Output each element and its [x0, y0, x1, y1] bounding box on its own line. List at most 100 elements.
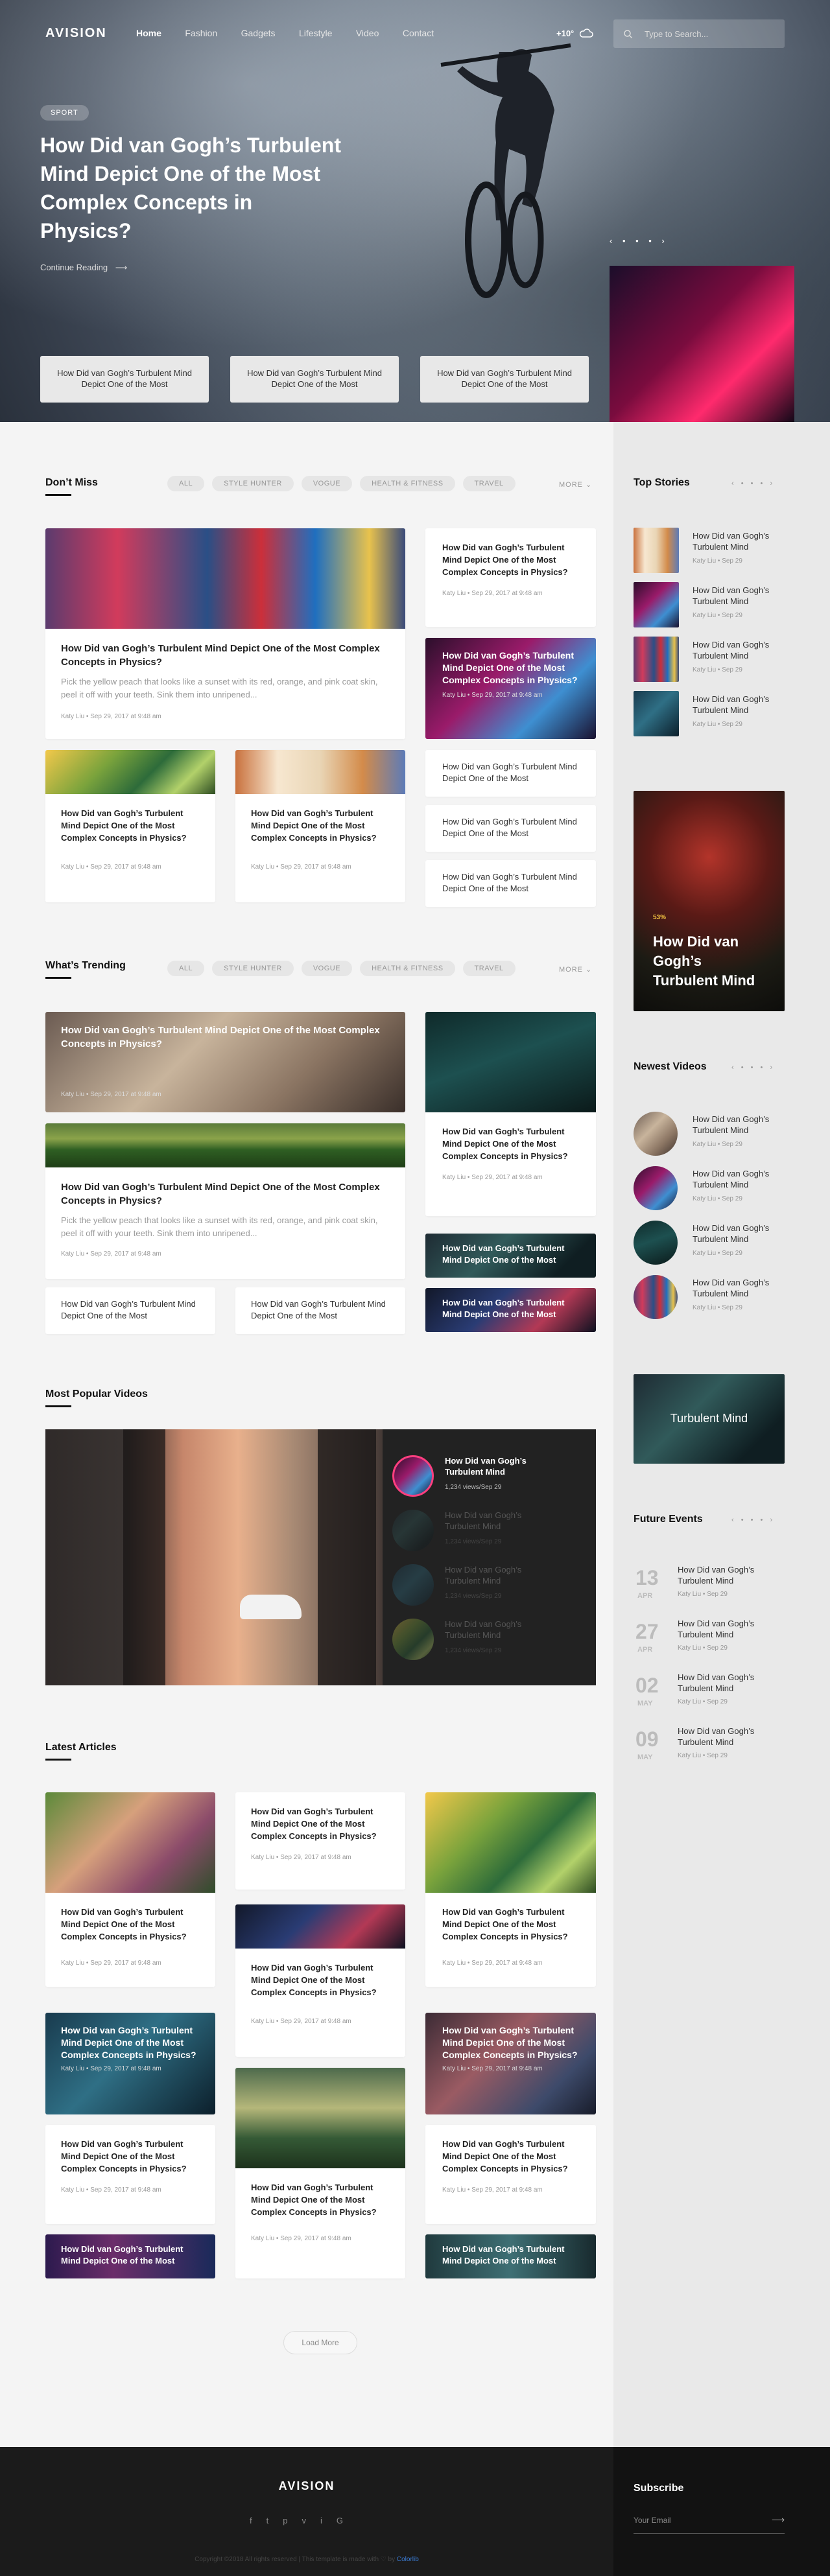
load-more-button[interactable]: Load More	[283, 2331, 357, 2354]
email-input[interactable]: Your Email	[634, 2516, 785, 2534]
filter-travel[interactable]: TRAVEL	[462, 961, 516, 976]
filter-all[interactable]: ALL	[167, 476, 205, 491]
story-thumb[interactable]	[634, 582, 679, 627]
short-article[interactable]: How Did van Gogh’s Turbulent Mind Depict…	[425, 860, 596, 907]
short-article[interactable]: How Did van Gogh’s Turbulent Mind Depict…	[425, 750, 596, 797]
story-title[interactable]: How Did van Gogh’s Turbulent Mind	[693, 694, 790, 716]
article-title[interactable]: How Did van Gogh’s Turbulent Mind Depict…	[442, 2138, 579, 2175]
submit-arrow-icon[interactable]: ⟶	[772, 2514, 785, 2525]
sidebar-banner[interactable]: Turbulent Mind	[634, 1374, 785, 1464]
continue-reading-link[interactable]: Continue Reading ⟶	[40, 263, 127, 273]
filter-style-hunter[interactable]: STYLE HUNTER	[212, 476, 294, 491]
filter-all[interactable]: ALL	[167, 961, 205, 976]
hero-title[interactable]: How Did van Gogh’s Turbulent Mind Depict…	[40, 131, 345, 245]
video-thumb[interactable]	[634, 1112, 678, 1156]
more-dropdown[interactable]: MORE ⌄	[559, 965, 592, 974]
facebook-icon[interactable]: f	[250, 2516, 252, 2525]
overlay-short-article[interactable]: How Did van Gogh’s Turbulent Mind Depict…	[45, 2234, 215, 2278]
article-card[interactable]: How Did van Gogh’s Turbulent Mind Depict…	[45, 2125, 215, 2224]
article-title[interactable]: How Did van Gogh’s Turbulent Mind Depict…	[251, 2181, 390, 2218]
playlist-thumb[interactable]	[392, 1455, 434, 1497]
article-title[interactable]: How Did van Gogh’s Turbulent Mind Depict…	[442, 2243, 579, 2267]
hero-card-3[interactable]: How Did van Gogh’s Turbulent Mind Depict…	[420, 356, 589, 403]
article-title[interactable]: How Did van Gogh’s Turbulent Mind Depict…	[442, 1125, 579, 1162]
nav-video[interactable]: Video	[356, 28, 379, 38]
event-title[interactable]: How Did van Gogh’s Turbulent Mind	[678, 1618, 775, 1640]
story-title[interactable]: How Did van Gogh’s Turbulent Mind	[693, 639, 790, 661]
nav-home[interactable]: Home	[136, 28, 161, 38]
article-title[interactable]: How Did van Gogh’s Turbulent Mind Depict…	[251, 807, 390, 844]
instagram-icon[interactable]: i	[320, 2516, 322, 2525]
footer-logo[interactable]: AVISION	[0, 2479, 613, 2493]
vimeo-icon[interactable]: v	[302, 2516, 306, 2525]
story-title[interactable]: How Did van Gogh’s Turbulent Mind	[693, 585, 790, 607]
playlist-title[interactable]: How Did van Gogh’s Turbulent Mind	[445, 1510, 555, 1532]
overlay-article[interactable]: How Did van Gogh’s Turbulent Mind Depict…	[425, 638, 596, 739]
filter-health-fitness[interactable]: HEALTH & FITNESS	[360, 476, 455, 491]
article-card[interactable]: How Did van Gogh’s Turbulent Mind Depict…	[425, 1792, 596, 1987]
article-title[interactable]: How Did van Gogh’s Turbulent Mind Depict…	[442, 541, 579, 578]
article-title[interactable]: How Did van Gogh’s Turbulent Mind Depict…	[61, 1024, 390, 1051]
short-article[interactable]: How Did van Gogh’s Turbulent Mind Depict…	[235, 1287, 405, 1334]
article-card[interactable]: How Did van Gogh’s Turbulent Mind Depict…	[235, 1904, 405, 2057]
article-title[interactable]: How Did van Gogh’s Turbulent Mind Depict…	[61, 2243, 200, 2267]
overlay-short-article[interactable]: How Did van Gogh’s Turbulent Mind Depict…	[425, 1234, 596, 1278]
brand-link[interactable]: Colorlib	[397, 2556, 419, 2563]
category-tag[interactable]: SPORT	[40, 105, 89, 121]
video-title[interactable]: How Did van Gogh’s Turbulent Mind	[693, 1277, 790, 1299]
neon-street-image[interactable]	[610, 266, 794, 422]
event-title[interactable]: How Did van Gogh’s Turbulent Mind	[678, 1564, 775, 1586]
event-title[interactable]: How Did van Gogh’s Turbulent Mind	[678, 1672, 775, 1694]
article-title[interactable]: How Did van Gogh’s Turbulent Mind Depict…	[61, 1180, 390, 1208]
story-thumb[interactable]	[634, 528, 679, 573]
playlist-thumb[interactable]	[392, 1619, 434, 1660]
article-title[interactable]: How Did van Gogh’s Turbulent Mind Depict…	[442, 2024, 579, 2061]
filter-health-fitness[interactable]: HEALTH & FITNESS	[360, 961, 455, 976]
video-title[interactable]: How Did van Gogh’s Turbulent Mind	[693, 1168, 790, 1190]
article-card[interactable]: How Did van Gogh’s Turbulent Mind Depict…	[45, 1792, 215, 1987]
more-dropdown[interactable]: MORE ⌄	[559, 480, 592, 489]
site-logo[interactable]: AVISION	[45, 26, 107, 41]
hero-card-2[interactable]: How Did van Gogh’s Turbulent Mind Depict…	[230, 356, 399, 403]
video-thumb[interactable]	[634, 1275, 678, 1319]
article-title[interactable]: How Did van Gogh’s Turbulent Mind Depict…	[61, 2138, 200, 2175]
google-icon[interactable]: G	[337, 2516, 343, 2525]
article-card[interactable]: How Did van Gogh’s Turbulent Mind Depict…	[235, 750, 405, 902]
future-events-pager[interactable]: ‹ • • • ›	[731, 1516, 775, 1524]
article-title[interactable]: How Did van Gogh’s Turbulent Mind Depict…	[442, 871, 579, 895]
article-card[interactable]: How Did van Gogh’s Turbulent Mind Depict…	[45, 1123, 405, 1279]
featured-article[interactable]: How Did van Gogh’s Turbulent Mind Depict…	[45, 528, 405, 739]
overlay-article[interactable]: How Did van Gogh’s Turbulent Mind Depict…	[425, 2013, 596, 2114]
playlist-thumb[interactable]	[392, 1564, 434, 1606]
overlay-article[interactable]: How Did van Gogh’s Turbulent Mind Depict…	[45, 1012, 405, 1112]
short-article[interactable]: How Did van Gogh’s Turbulent Mind Depict…	[45, 1287, 215, 1334]
article-title[interactable]: How Did van Gogh’s Turbulent Mind Depict…	[442, 1906, 579, 1943]
pinterest-icon[interactable]: p	[283, 2516, 287, 2525]
video-thumb[interactable]	[634, 1166, 678, 1210]
article-card[interactable]: How Did van Gogh’s Turbulent Mind Depict…	[425, 528, 596, 627]
playlist-title[interactable]: How Did van Gogh’s Turbulent Mind	[445, 1564, 555, 1586]
newest-videos-pager[interactable]: ‹ • • • ›	[731, 1064, 775, 1071]
twitter-icon[interactable]: t	[267, 2516, 269, 2525]
search-icon[interactable]	[624, 30, 632, 38]
promo-banner[interactable]: 53% How Did van Gogh’s Turbulent Mind	[634, 791, 785, 1011]
search-input[interactable]: Type to Search...	[613, 19, 785, 48]
video-title[interactable]: How Did van Gogh’s Turbulent Mind	[693, 1223, 790, 1245]
story-thumb[interactable]	[634, 637, 679, 682]
short-article[interactable]: How Did van Gogh’s Turbulent Mind Depict…	[425, 805, 596, 852]
playlist-thumb[interactable]	[392, 1510, 434, 1551]
article-title[interactable]: How Did van Gogh’s Turbulent Mind Depict…	[442, 816, 579, 839]
hero-card-1[interactable]: How Did van Gogh’s Turbulent Mind Depict…	[40, 356, 209, 403]
event-title[interactable]: How Did van Gogh’s Turbulent Mind	[678, 1726, 775, 1748]
article-title[interactable]: How Did van Gogh’s Turbulent Mind Depict…	[442, 1297, 579, 1320]
hero-slider-dots[interactable]: ‹ • • • ›	[610, 236, 669, 246]
nav-lifestyle[interactable]: Lifestyle	[299, 28, 332, 38]
playlist-title[interactable]: How Did van Gogh’s Turbulent Mind	[445, 1619, 555, 1641]
article-title[interactable]: How Did van Gogh’s Turbulent Mind Depict…	[61, 1298, 200, 1322]
video-thumb[interactable]	[634, 1221, 678, 1265]
top-stories-pager[interactable]: ‹ • • • ›	[731, 480, 775, 487]
overlay-short-article[interactable]: How Did van Gogh’s Turbulent Mind Depict…	[425, 1288, 596, 1332]
video-player[interactable]: How Did van Gogh’s Turbulent Mind 1,234 …	[45, 1429, 596, 1685]
article-title[interactable]: How Did van Gogh’s Turbulent Mind Depict…	[61, 2024, 200, 2061]
video-title[interactable]: How Did van Gogh’s Turbulent Mind	[693, 1114, 790, 1136]
